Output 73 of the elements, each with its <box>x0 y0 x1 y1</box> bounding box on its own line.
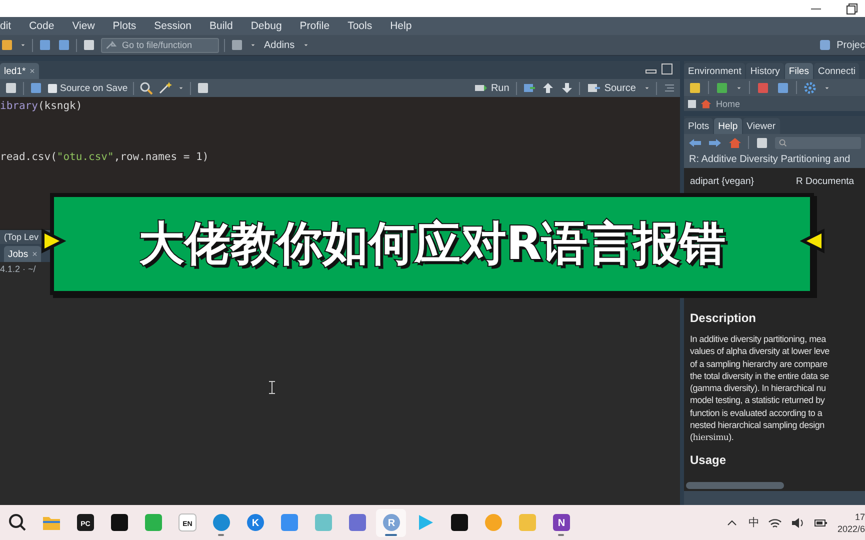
menu-item[interactable]: View <box>72 20 95 32</box>
addins-dropdown[interactable]: Addins <box>262 37 297 53</box>
menu-item[interactable]: Code <box>29 20 54 32</box>
scope-selector[interactable]: (Top Lev <box>4 232 39 242</box>
k-app-icon: K <box>246 513 264 532</box>
note-app-icon: N <box>552 513 570 532</box>
maximize-pane-icon[interactable] <box>660 62 674 76</box>
source-button[interactable]: Source <box>585 80 638 96</box>
pane-tab[interactable]: Environment <box>684 63 746 79</box>
doc-label: R Documenta <box>796 176 854 187</box>
menu-item[interactable]: Profile <box>300 20 330 32</box>
description-text: values of alpha diversity at lower leve <box>690 345 830 358</box>
ime-indicator[interactable]: 中 <box>748 515 760 530</box>
menu-item[interactable]: Tools <box>348 20 372 32</box>
search-icon[interactable] <box>138 81 153 95</box>
menu-item[interactable]: Debug <box>250 20 282 32</box>
description-text: (hiersimu). <box>690 431 735 445</box>
code-line: read.csv("otu.csv",row.names = 1) <box>0 150 210 165</box>
gear-icon[interactable] <box>803 80 817 94</box>
description-text: function is evaluated according to a <box>690 406 824 420</box>
description-text: of a sampling hierarchy are compare <box>690 358 828 370</box>
pane-tab[interactable]: Connecti <box>814 63 860 79</box>
menu-item[interactable]: Help <box>390 20 412 32</box>
pane-tab[interactable]: Plots <box>684 118 714 134</box>
restore-icon[interactable] <box>845 2 859 16</box>
scrollbar-thumb[interactable] <box>686 482 784 489</box>
taskbar-button[interactable]: N <box>546 508 576 536</box>
pane-tab[interactable]: Help <box>714 118 742 134</box>
path-crumb[interactable]: Home <box>716 98 740 108</box>
search-icon <box>8 513 26 532</box>
wand-icon[interactable] <box>158 81 172 95</box>
code-line: ibrary(ksngk) <box>0 99 84 114</box>
menu-item[interactable]: Build <box>209 20 233 32</box>
triangle-icon <box>800 228 826 254</box>
text-cursor-icon <box>268 381 276 394</box>
up-arrow-icon[interactable] <box>541 81 556 95</box>
r-app-icon: R <box>382 513 400 532</box>
volume-icon[interactable] <box>791 516 806 530</box>
search-field[interactable] <box>775 136 861 148</box>
pane-tab[interactable]: Viewer <box>742 118 780 134</box>
project-menu[interactable]: Projec <box>836 40 865 50</box>
go-to-file-field[interactable]: Go to file/function <box>101 38 219 52</box>
title-banner: 大佬教你如何应对R语言报错 <box>50 193 814 295</box>
select-all-checkbox[interactable] <box>688 100 696 108</box>
description-text: model testing, a statistic returned by <box>690 394 826 407</box>
home-icon[interactable] <box>728 136 742 150</box>
rerun-icon[interactable] <box>522 81 536 95</box>
menu-item[interactable]: Session <box>154 20 192 32</box>
clock-date[interactable]: 2022/6 <box>837 522 865 534</box>
pane-tab[interactable]: Files <box>784 63 813 79</box>
section-heading: Description <box>690 311 758 325</box>
description-text: nested hierarchical sampling design <box>690 419 826 432</box>
section-heading: Usage <box>690 452 728 467</box>
description-text: the total diversity in the entire data se <box>690 370 830 382</box>
menu-item[interactable]: dit <box>0 20 12 32</box>
triangle-icon <box>40 228 66 254</box>
help-topic: adipart {vegan} <box>690 176 755 187</box>
menu-item[interactable]: Plots <box>112 20 136 32</box>
source-icon <box>587 81 602 95</box>
home-icon <box>700 98 712 110</box>
jobs-tab[interactable]: Jobs × <box>4 246 42 262</box>
editor-tab[interactable]: led1* × <box>0 63 39 79</box>
console-path: 4.1.2 · ~/ <box>0 264 36 274</box>
description-text: (gamma diversity). In hierarchical nu <box>690 382 827 394</box>
clock-time[interactable]: 17 <box>854 510 865 522</box>
run-button[interactable]: Run <box>472 80 512 96</box>
source-on-save-checkbox[interactable]: Source on Save <box>48 82 128 94</box>
down-arrow-icon[interactable] <box>560 81 574 95</box>
search-icon <box>778 138 788 148</box>
pane-tab[interactable]: History <box>746 63 784 79</box>
help-title: R: Additive Diversity Partitioning and <box>689 154 850 165</box>
description-text: In additive diversity partitioning, mea <box>690 333 828 346</box>
taskbar-button[interactable]: K <box>240 508 270 536</box>
